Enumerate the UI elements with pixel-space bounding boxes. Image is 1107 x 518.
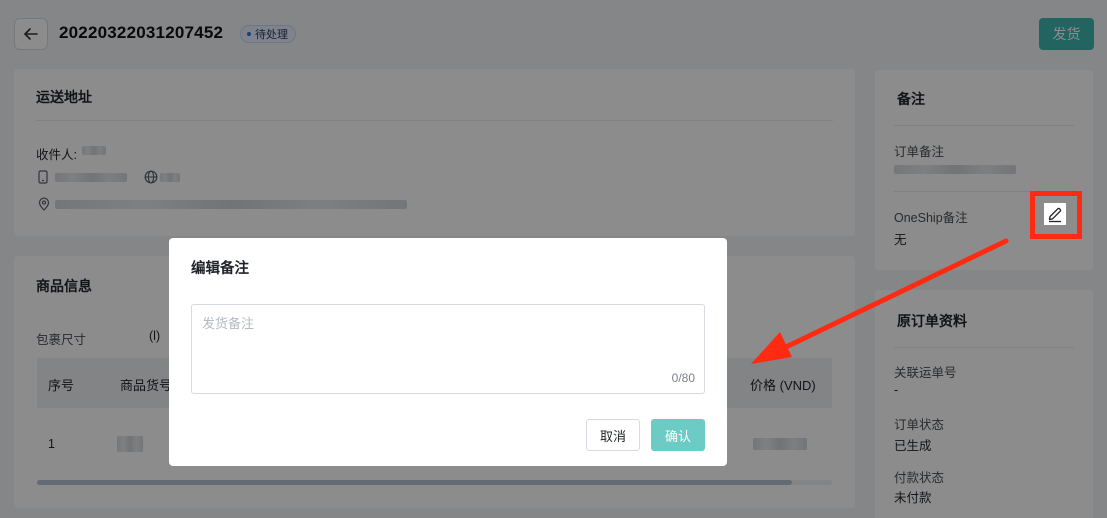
red-arrow-icon (751, 238, 1009, 364)
